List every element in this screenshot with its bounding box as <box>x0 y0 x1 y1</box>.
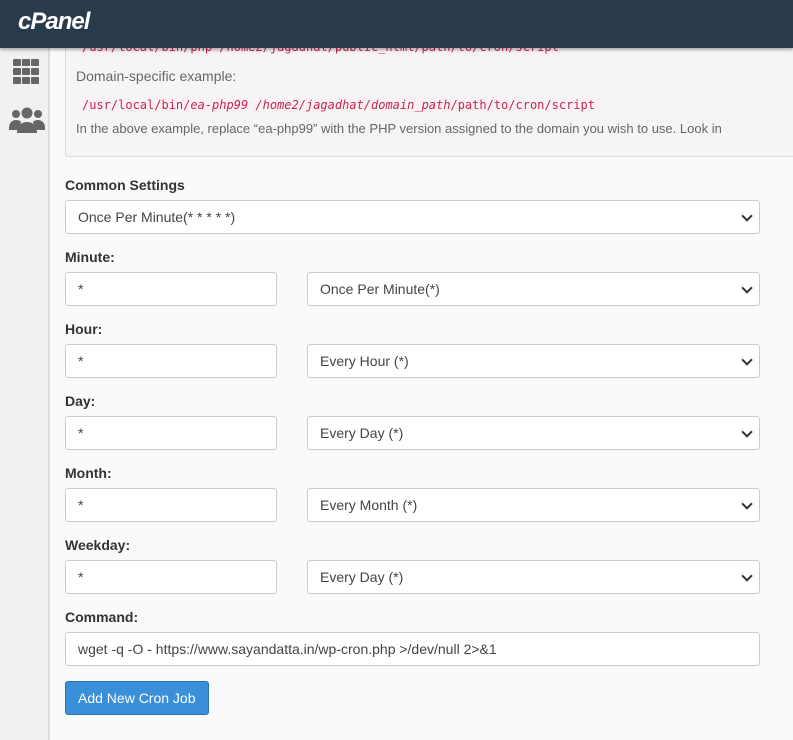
sidebar <box>0 48 50 740</box>
command-label: Command: <box>65 609 139 625</box>
code-part: /usr/local/bin/ <box>82 98 191 112</box>
minute-select[interactable]: Once Per Minute(*) <box>307 272 760 306</box>
minute-label: Minute: <box>65 249 115 265</box>
weekday-input[interactable]: * <box>65 560 277 594</box>
domain-example-command: /usr/local/bin/ea-php99 /home2/jagadhat/… <box>78 97 599 113</box>
weekday-label: Weekday: <box>65 537 131 553</box>
command-input[interactable]: wget -q -O - https://www.sayandatta.in/w… <box>65 632 760 666</box>
month-select[interactable]: Every Month (*) <box>307 488 760 522</box>
php-version-note: In the above example, replace “ea-php99”… <box>76 121 722 136</box>
month-label: Month: <box>65 465 112 481</box>
day-select[interactable]: Every Day (*) <box>307 416 760 450</box>
common-settings-select[interactable]: Once Per Minute(* * * * *) <box>65 200 760 234</box>
code-part: /home2/jagadhat/domain_path <box>255 98 451 112</box>
add-cron-job-button[interactable]: Add New Cron Job <box>65 681 209 715</box>
top-header: cPanel <box>0 0 793 48</box>
code-part: /path/to/cron/script <box>450 98 595 112</box>
code-part: ea-php99 <box>190 98 249 112</box>
common-settings-label: Common Settings <box>65 177 185 193</box>
cpanel-logo[interactable]: cPanel <box>18 8 90 36</box>
hour-input[interactable]: * <box>65 344 277 378</box>
hour-label: Hour: <box>65 321 103 337</box>
users-icon[interactable] <box>9 106 45 134</box>
grid-icon[interactable] <box>11 58 41 86</box>
day-label: Day: <box>65 393 96 409</box>
hour-select[interactable]: Every Hour (*) <box>307 344 760 378</box>
month-input[interactable]: * <box>65 488 277 522</box>
domain-example-label: Domain-specific example: <box>76 68 237 84</box>
day-input[interactable]: * <box>65 416 277 450</box>
weekday-select[interactable]: Every Day (*) <box>307 560 760 594</box>
main-content: /usr/local/bin/php /home2/jagadhat/publi… <box>50 0 793 740</box>
minute-input[interactable]: * <box>65 272 277 306</box>
